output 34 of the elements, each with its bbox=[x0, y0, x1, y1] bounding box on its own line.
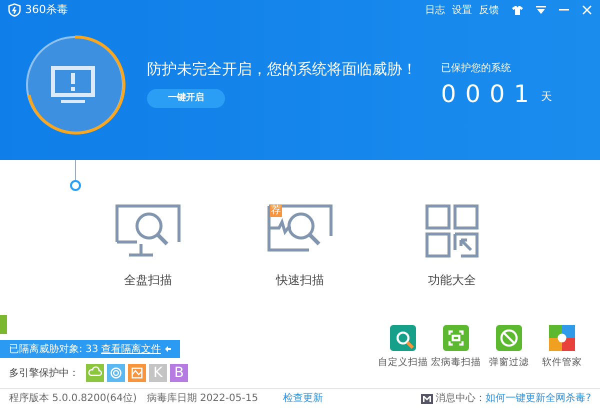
status-message: 防护未完全开启，您的系统将面临威胁！ bbox=[147, 59, 417, 80]
engine-icon: K bbox=[149, 364, 167, 382]
header-link[interactable]: 设置 bbox=[452, 2, 472, 18]
quarantine-count: 已隔离威胁对象: 33 bbox=[9, 342, 98, 356]
shield-logo-icon bbox=[8, 3, 21, 17]
help-link[interactable]: 如何一键更新全网杀毒? bbox=[486, 391, 591, 406]
days-counter: 0001 bbox=[440, 82, 538, 106]
minimize-icon[interactable] bbox=[559, 9, 569, 11]
dropdown-icon[interactable] bbox=[536, 6, 546, 14]
close-icon[interactable] bbox=[582, 5, 592, 15]
days-unit: 天 bbox=[541, 89, 552, 105]
engine-icon: B bbox=[170, 364, 188, 382]
database-date: 病毒库日期 2022-05-15 bbox=[146, 392, 258, 406]
message-center-label: 消息中心： bbox=[436, 392, 486, 406]
header-link[interactable]: 反馈 bbox=[479, 2, 499, 18]
mail-icon[interactable] bbox=[420, 394, 433, 404]
engines-label: 多引擎保护中： bbox=[9, 366, 79, 380]
grid-icon bbox=[425, 204, 479, 258]
arrow-left-icon bbox=[165, 346, 171, 352]
tool-button[interactable]: 软件管家 bbox=[536, 324, 588, 370]
tool-button[interactable]: 宏病毒扫描 bbox=[430, 324, 482, 370]
protected-label: 已保护您的系统 bbox=[440, 62, 512, 76]
header-link[interactable]: 日志 bbox=[425, 2, 445, 18]
shirt-icon[interactable] bbox=[512, 6, 523, 14]
monitor-magnifier-icon bbox=[115, 204, 181, 258]
tool-button[interactable]: 自定义扫描 bbox=[377, 324, 429, 370]
scan-option[interactable]: 功能大全 bbox=[407, 202, 497, 289]
timeline-line bbox=[75, 160, 76, 180]
window-title: 360杀毒 bbox=[25, 2, 68, 18]
version-text: 程序版本 5.0.0.8200(64位) bbox=[9, 392, 137, 406]
tool-button[interactable]: 弹窗过滤 bbox=[483, 324, 535, 370]
scan-option[interactable]: 荐 快速扫描 bbox=[255, 202, 345, 289]
scan-option[interactable]: 全盘扫描 bbox=[103, 202, 193, 289]
recommend-badge: 荐 bbox=[270, 205, 282, 217]
